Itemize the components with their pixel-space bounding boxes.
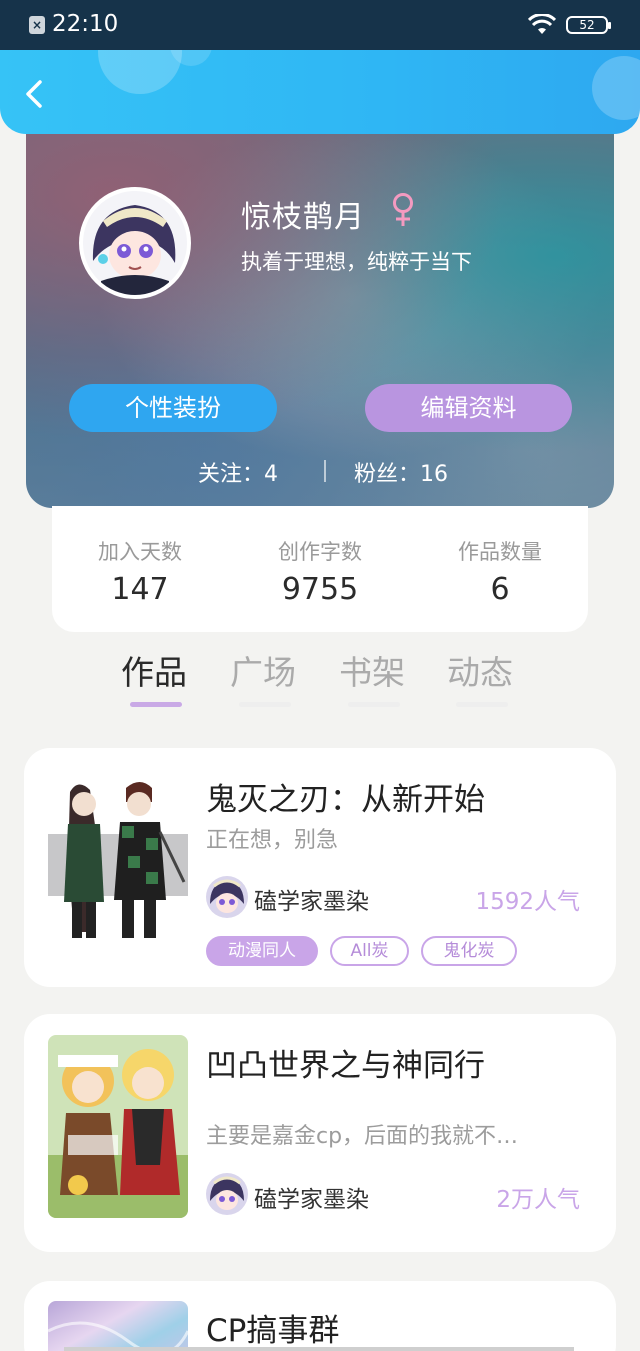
following-count[interactable]: 关注：4 [198,456,278,488]
tab-works[interactable]: 作品 [121,646,187,694]
fans-count[interactable]: 粉丝：16 [354,456,448,488]
popularity-count: 2万人气 [496,1187,580,1213]
username: 惊枝鹊月 [241,200,365,235]
tab-indicator [348,702,400,707]
stats-card: 加入天数 147 创作字数 9755 作品数量 6 [52,506,588,632]
work-card[interactable]: 鬼灭之刃：从新开始 正在想，别急 磕学家墨染 1592人气 动漫同人 All炭 … [24,748,616,987]
stat-join-days: 加入天数 147 [60,536,220,607]
female-gender-icon [393,193,413,226]
stat-value: 6 [490,572,510,607]
profile-header: 惊枝鹊月 执着于理想，纯粹于当下 个性装扮 编辑资料 关注：4 粉丝：16 [26,120,614,508]
tag[interactable]: All炭 [330,936,409,966]
work-cover-image [48,772,188,952]
work-cover-image [48,1301,188,1351]
tag[interactable]: 鬼化炭 [421,936,517,966]
work-description: 主要是嘉金cp，后面的我就不… [206,1124,519,1149]
author-avatar [206,876,248,918]
stat-label: 加入天数 [98,540,182,564]
stat-works-count: 作品数量 6 [420,536,580,607]
tab-bar: 作品 广场 书架 动态 [0,642,640,714]
tab-activity[interactable]: 动态 [447,646,513,694]
close-box-icon: × [29,16,45,34]
tag[interactable]: 动漫同人 [206,936,318,966]
status-bar: × 22:10 52 [0,0,640,50]
author-name: 磕学家墨染 [254,1187,369,1213]
author-avatar [206,1173,248,1215]
dress-up-button[interactable]: 个性装扮 [69,384,277,432]
wifi-icon [528,14,556,34]
work-card[interactable]: CP搞事群 [24,1281,616,1351]
author-name: 磕学家墨染 [254,889,369,915]
edit-profile-button[interactable]: 编辑资料 [365,384,572,432]
work-description: 正在想，别急 [206,828,339,853]
back-button[interactable] [18,76,54,112]
top-bar [0,50,640,134]
tab-indicator [239,702,291,707]
work-title: 凹凸世界之与神同行 [206,1048,485,1084]
battery-icon: 52 [566,16,611,34]
stat-value: 9755 [281,572,359,607]
work-cover-image [48,1035,188,1218]
status-time: 22:10 [52,11,119,37]
work-title: CP搞事群 [206,1313,340,1349]
work-title: 鬼灭之刃：从新开始 [206,782,485,818]
stat-label: 作品数量 [458,540,542,564]
bio-text: 执着于理想，纯粹于当下 [241,250,472,274]
stat-value: 147 [111,572,169,607]
avatar[interactable] [79,187,191,299]
work-card[interactable]: 凹凸世界之与神同行 主要是嘉金cp，后面的我就不… 磕学家墨染 2万人气 [24,1014,616,1252]
tab-indicator-active [130,702,182,707]
tab-bookshelf[interactable]: 书架 [339,646,405,694]
popularity-count: 1592人气 [475,889,580,915]
divider [324,460,326,482]
tab-indicator [456,702,508,707]
tab-square[interactable]: 广场 [230,646,296,694]
stat-label: 创作字数 [278,540,362,564]
stat-word-count: 创作字数 9755 [240,536,400,607]
divider [64,1347,574,1351]
